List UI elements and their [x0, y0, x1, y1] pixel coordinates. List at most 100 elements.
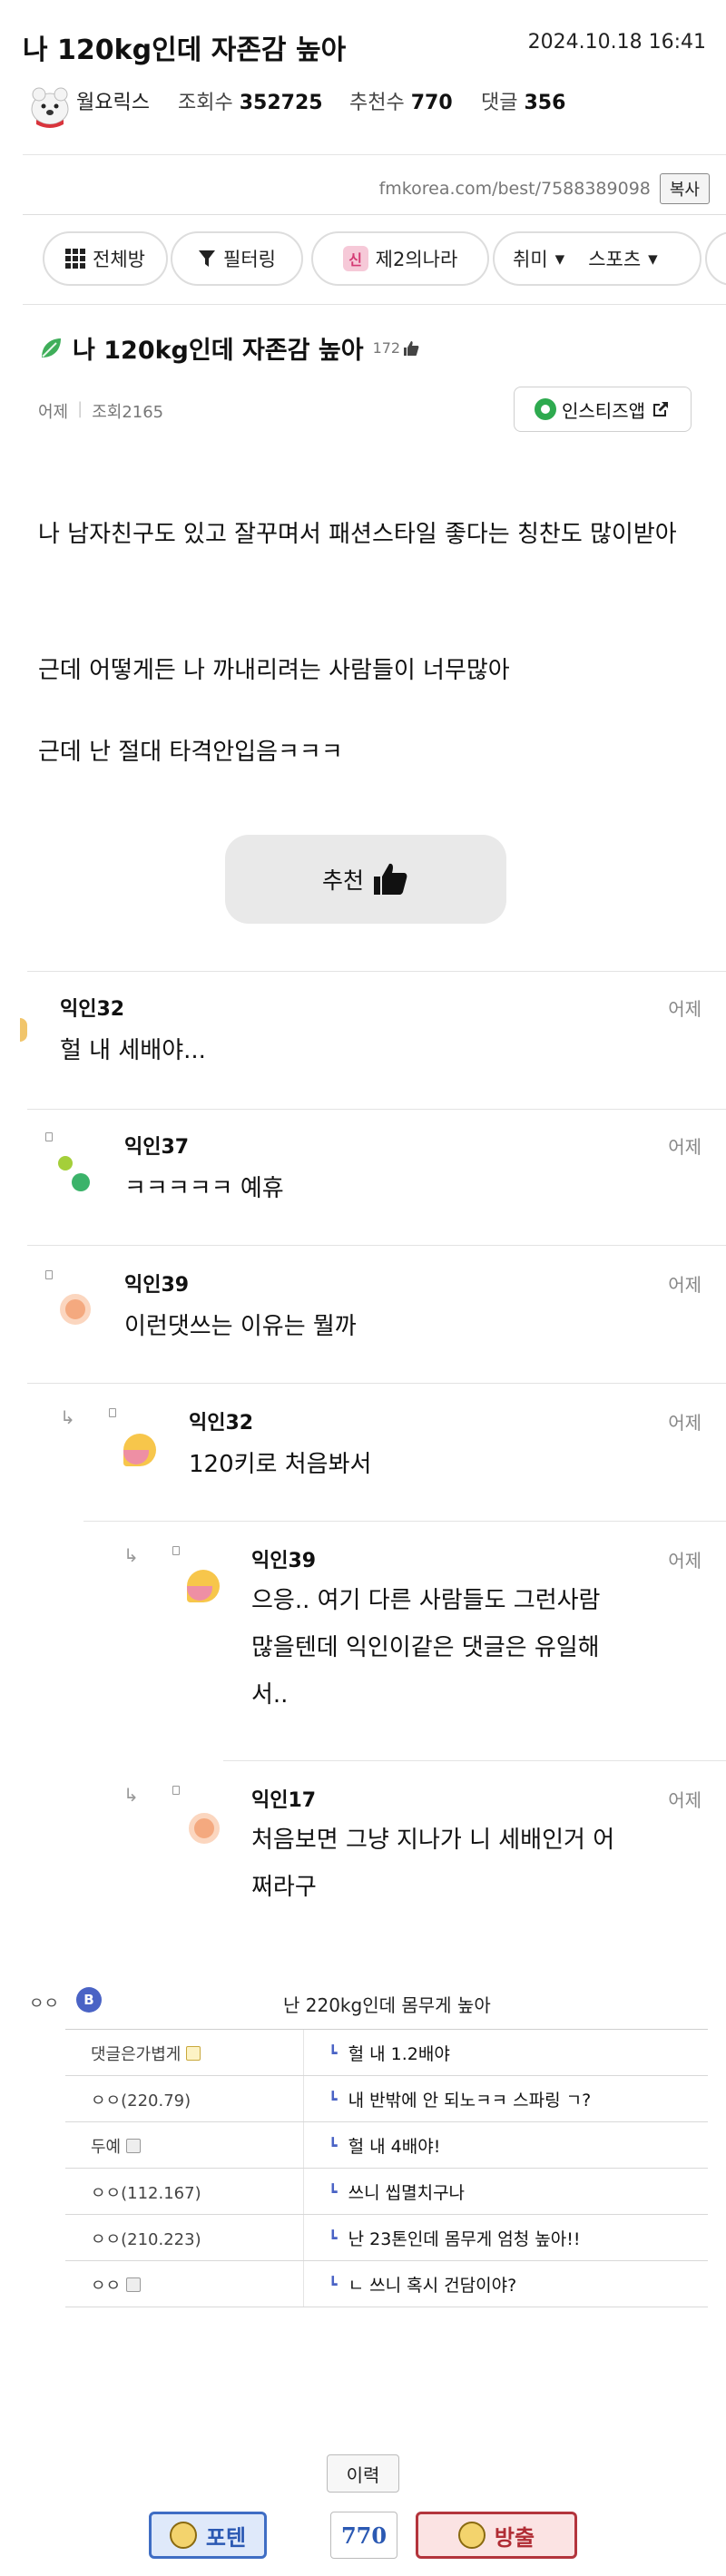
comment-author: 익인39 — [124, 1274, 190, 1297]
author-avatar-icon[interactable] — [25, 82, 74, 129]
views-label: 조회수 — [178, 92, 233, 114]
filter-chip[interactable]: 필터링 — [171, 231, 303, 286]
table-row[interactable]: ㅇㅇ ┗ ㄴ 쓰니 혹시 건담이야? — [65, 2261, 708, 2307]
comment-text: ㅋㅋㅋㅋㅋ 예휴 — [124, 1175, 284, 1202]
mini-box-icon — [172, 1546, 180, 1555]
reply-arrow-icon: ↳ — [123, 1544, 139, 1566]
new-badge-icon: 신 — [342, 246, 368, 271]
comment-date: 어제 — [668, 998, 701, 1020]
row-text: ┗ 헐 내 4배야! — [329, 2122, 440, 2169]
related-title[interactable]: 난 220kg인데 몸무게 높아 — [283, 1991, 491, 2017]
comment-text: 120키로 처음봐서 — [189, 1451, 372, 1478]
insti-logo-icon — [535, 398, 556, 420]
recs-count: 770 — [410, 92, 453, 114]
commenter-avatar-icon — [189, 1813, 220, 1844]
row-text-content: 난 23톤인데 몸무게 엄청 높아!! — [348, 2229, 581, 2249]
table-row[interactable]: ㅇㅇ(112.167) ┗ 쓰니 씹멸치구나 — [65, 2169, 708, 2215]
column-divider — [303, 2030, 304, 2075]
filter-icon — [199, 250, 216, 267]
recs-meta: 추천수 770 — [349, 86, 453, 115]
article-title-row: 나 120kg인데 자존감 높아 172 — [38, 330, 420, 366]
table-row[interactable]: ㅇㅇ(220.79) ┗ 내 반밖에 안 되노ㅋㅋ 스파링 ㄱ? — [65, 2076, 708, 2122]
table-row[interactable]: ㅇㅇ(210.223) ┗ 난 23톤인데 몸무게 엄청 높아!! — [65, 2215, 708, 2261]
views-count: 352725 — [239, 92, 323, 114]
comment-author: 익인17 — [251, 1789, 317, 1812]
face-icon — [457, 2522, 486, 2549]
history-button[interactable]: 이력 — [327, 2454, 399, 2493]
copy-button[interactable]: 복사 — [659, 173, 710, 204]
comment-text: 이런댓쓰는 이유는 뭘까 — [124, 1313, 357, 1340]
member-icon — [126, 2138, 142, 2153]
article-paragraph: 나 남자친구도 있고 잘꾸며서 패션스타일 좋다는 칭찬도 많이받아 — [38, 521, 677, 548]
article-title: 나 120kg인데 자존감 높아 — [73, 337, 364, 365]
filter-label: 필터링 — [223, 249, 276, 270]
table-row[interactable]: 댓글은가볍게 ┗ 헐 내 1.2배야 — [65, 2030, 708, 2076]
face-icon — [169, 2522, 197, 2549]
column-divider — [303, 2215, 304, 2260]
comment-date: 어제 — [668, 1136, 701, 1158]
row-nick-text: 두예 — [91, 2137, 122, 2157]
comment-text: 헐 내 세배야... — [60, 1037, 206, 1064]
row-text-content: 내 반밖에 안 되노ㅋㅋ 스파링 ㄱ? — [348, 2091, 592, 2111]
comment-date: 어제 — [668, 1412, 701, 1434]
related-prefix: ㅇㅇ — [29, 1994, 60, 2013]
downvote-button[interactable]: 방출 — [416, 2512, 577, 2559]
reply-arrow-icon: ┗ — [329, 2183, 338, 2200]
table-row[interactable]: 두예 ┗ 헐 내 4배야! — [65, 2122, 708, 2169]
row-text-content: 쓰니 씹멸치구나 — [348, 2183, 466, 2203]
thumbs-up-icon — [374, 863, 407, 895]
comment-divider — [27, 1383, 726, 1384]
post-date: 2024.10.18 16:41 — [527, 31, 706, 54]
post-title: 나 120kg인데 자존감 높아 — [23, 34, 347, 66]
row-text-content: ㄴ 쓰니 혹시 건담이야? — [348, 2276, 517, 2296]
row-nick: ㅇㅇ(112.167) — [91, 2169, 201, 2215]
category-nav: 전체방 필터링 신 제2의나라 취미 ▾ 스포츠 ▾ — [23, 214, 726, 305]
upvote-button[interactable]: 포텐 — [149, 2512, 267, 2559]
row-nick: ㅇㅇ(210.223) — [91, 2215, 201, 2261]
commenter-avatar-icon — [72, 1173, 90, 1191]
url-row: fmkorea.com/best/7588389098 복사 — [379, 172, 710, 205]
row-text: ┗ 헐 내 1.2배야 — [329, 2030, 450, 2076]
hobby-label[interactable]: 취미 — [513, 245, 548, 272]
comment-author: 익인32 — [60, 998, 125, 1021]
mini-box-icon — [172, 1786, 180, 1795]
post-header: 나 120kg인데 자존감 높아 2024.10.18 16:41 월요릭스 조… — [0, 0, 726, 145]
mini-box-icon — [45, 1270, 53, 1279]
column-divider — [303, 2261, 304, 2307]
reply-arrow-icon: ┗ — [329, 2137, 338, 2154]
insti-app-button[interactable]: 인스티즈앱 — [514, 387, 692, 432]
chevron-down-icon: ▾ — [554, 248, 565, 269]
hobby-sports-chip[interactable]: 취미 ▾ 스포츠 ▾ — [493, 231, 701, 286]
post-url[interactable]: fmkorea.com/best/7588389098 — [379, 179, 651, 199]
recommend-label: 추천 — [321, 867, 364, 894]
row-nick-text: ㅇㅇ(210.223) — [91, 2229, 201, 2249]
article-views: 조회2165 — [92, 403, 164, 422]
article-paragraph: 근데 어떻게든 나 까내리려는 사람들이 너무많아 — [38, 657, 510, 684]
mini-box-icon — [45, 1132, 53, 1141]
comment-divider — [223, 1760, 726, 1761]
comment-date: 어제 — [668, 1274, 701, 1296]
comment-text-line: 서.. — [251, 1681, 289, 1709]
comment-text-line: 많을텐데 익인이같은 댓글은 유일해 — [251, 1634, 600, 1661]
more-chip[interactable] — [705, 231, 726, 286]
comment-date: 어제 — [668, 1789, 701, 1811]
sports-label[interactable]: 스포츠 — [588, 245, 641, 272]
row-text: ┗ ㄴ 쓰니 혹시 건담이야? — [329, 2261, 516, 2307]
meta-divider: | — [77, 399, 83, 418]
vote-row: 포텐 770 방출 — [0, 2512, 726, 2559]
comments-divider — [27, 971, 726, 972]
comment-text-line: 처음보면 그냥 지나가 니 세배인거 어 — [251, 1827, 615, 1854]
recommend-button[interactable]: 추천 — [225, 835, 506, 924]
column-divider — [303, 2076, 304, 2121]
all-rooms-chip[interactable]: 전체방 — [43, 231, 168, 286]
commenter-avatar-icon — [60, 1294, 91, 1325]
article-likes-count: 172 — [372, 339, 401, 357]
views-meta: 조회수 352725 — [178, 86, 323, 115]
insti-app-label: 인스티즈앱 — [562, 399, 645, 422]
row-text: ┗ 난 23톤인데 몸무게 엄청 높아!! — [329, 2215, 581, 2261]
comments-label: 댓글 — [481, 92, 518, 114]
article-likes: 172 — [373, 339, 421, 358]
author-name[interactable]: 월요릭스 — [76, 86, 150, 115]
second-country-chip[interactable]: 신 제2의나라 — [311, 231, 489, 286]
comment-divider — [27, 1109, 726, 1110]
